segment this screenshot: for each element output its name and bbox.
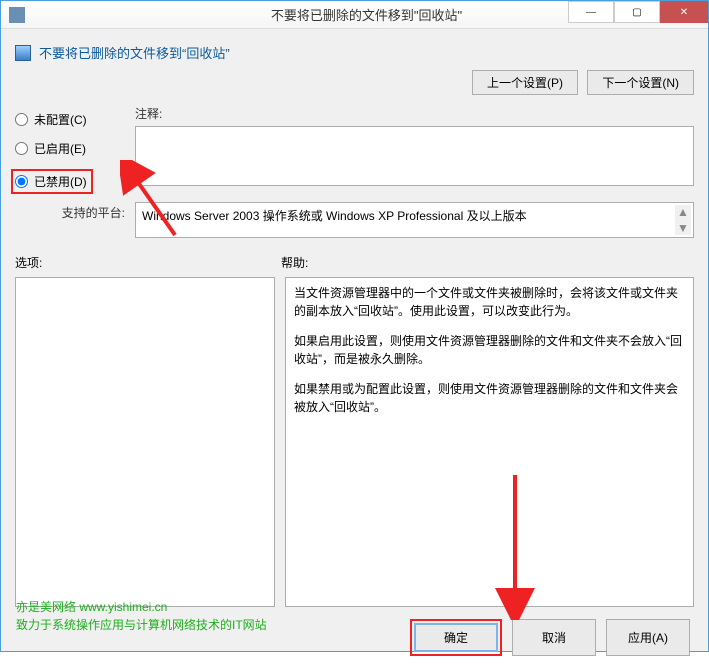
help-paragraph: 如果启用此设置，则使用文件资源管理器删除的文件和文件夹不会放入“回收站”，而是被… [294,332,685,368]
comment-label: 注释: [135,105,694,122]
policy-title: 不要将已删除的文件移到“回收站” [39,43,230,62]
help-paragraph: 如果禁用或为配置此设置，则使用文件资源管理器删除的文件和文件夹会被放入“回收站”… [294,380,685,416]
apply-button[interactable]: 应用(A) [606,619,690,656]
supported-platform-box: Windows Server 2003 操作系统或 Windows XP Pro… [135,202,694,238]
radio-label: 已禁用(D) [34,173,87,190]
radio-input[interactable] [15,175,28,188]
help-label: 帮助: [281,254,308,271]
config-radio-group: 未配置(C) 已启用(E) 已禁用(D) [15,107,135,198]
maximize-button[interactable]: ▢ [614,1,660,23]
radio-enabled[interactable]: 已启用(E) [15,140,135,157]
comment-textarea[interactable] [135,126,694,186]
radio-input[interactable] [15,113,28,126]
radio-not-configured[interactable]: 未配置(C) [15,111,135,128]
radio-label: 已启用(E) [34,140,86,157]
platform-label: 支持的平台: [62,206,125,220]
annotation-highlight: 已禁用(D) [11,169,93,194]
options-label: 选项: [15,254,281,271]
options-pane [15,277,275,607]
scrollbar[interactable]: ▲▼ [675,205,691,235]
platform-text: Windows Server 2003 操作系统或 Windows XP Pro… [142,209,527,223]
help-paragraph: 当文件资源管理器中的一个文件或文件夹被删除时，会将该文件或文件夹的副本放入“回收… [294,284,685,320]
close-button[interactable]: ✕ [660,1,708,23]
help-pane: 当文件资源管理器中的一个文件或文件夹被删除时，会将该文件或文件夹的副本放入“回收… [285,277,694,607]
previous-setting-button[interactable]: 上一个设置(P) [472,70,578,95]
titlebar: 不要将已删除的文件移到"回收站" — ▢ ✕ [1,1,708,29]
radio-disabled[interactable]: 已禁用(D) [15,173,87,190]
window-icon [9,7,25,23]
next-setting-button[interactable]: 下一个设置(N) [587,70,694,95]
dialog-window: 不要将已删除的文件移到"回收站" — ▢ ✕ 不要将已删除的文件移到“回收站” … [0,0,709,652]
ok-button[interactable]: 确定 [414,623,498,652]
radio-label: 未配置(C) [34,111,87,128]
annotation-highlight: 确定 [410,619,502,656]
minimize-button[interactable]: — [568,1,614,23]
radio-input[interactable] [15,142,28,155]
policy-icon [15,45,31,61]
cancel-button[interactable]: 取消 [512,619,596,656]
